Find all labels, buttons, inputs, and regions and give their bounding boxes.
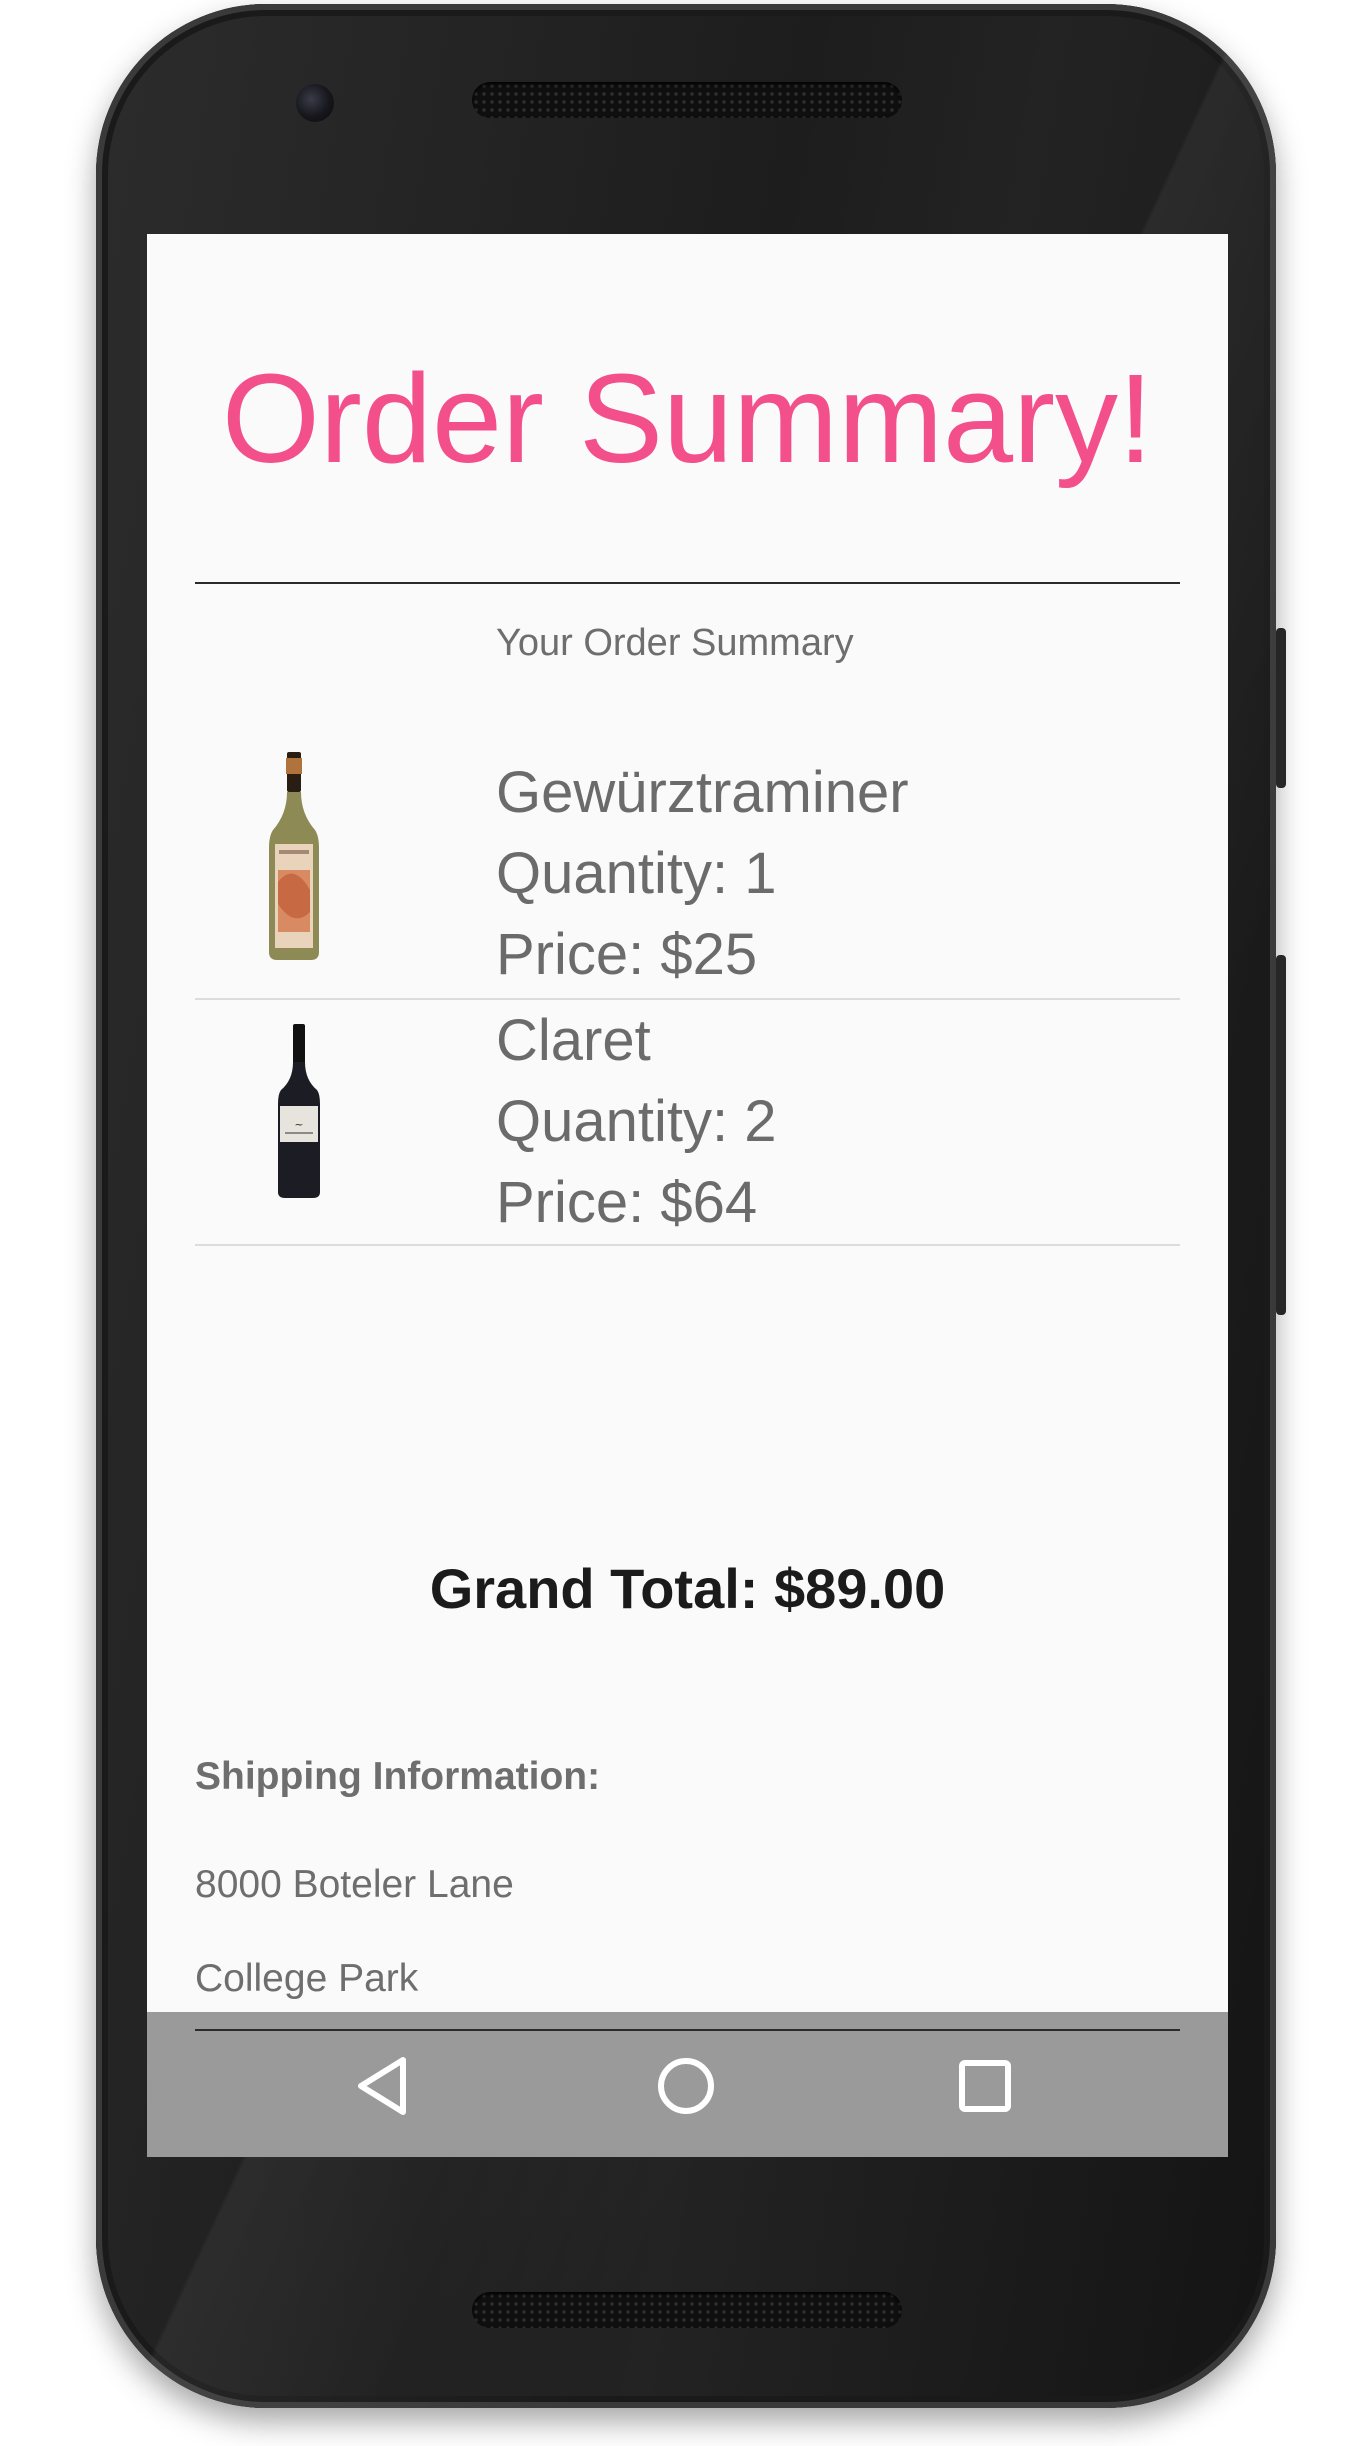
item-divider xyxy=(195,1244,1180,1246)
order-item[interactable]: Gewürztraminer Quantity: 1 Price: $25 xyxy=(195,752,1180,1000)
item-details: Claret Quantity: 2 Price: $64 xyxy=(496,1000,776,1243)
order-item[interactable]: ~ Claret Quantity: 2 Price: $64 xyxy=(195,1000,1180,1246)
power-button xyxy=(1276,955,1286,1315)
front-camera xyxy=(296,84,334,122)
app-screen: Order Summary! Your Order Summary Gewürz… xyxy=(147,234,1228,2157)
title-divider xyxy=(195,582,1180,584)
page-title: Order Summary! xyxy=(221,348,1154,489)
order-summary-subtitle: Your Order Summary xyxy=(496,622,854,664)
recents-icon[interactable] xyxy=(947,2048,1023,2124)
red-wine-bottle-image: ~ xyxy=(278,1024,320,1198)
shipping-city: College Park xyxy=(195,1957,419,2000)
bottom-speaker xyxy=(472,2292,902,2328)
shipping-street: 8000 Boteler Lane xyxy=(195,1863,514,1906)
svg-text:~: ~ xyxy=(294,1118,303,1131)
earpiece-speaker xyxy=(472,82,902,118)
item-quantity: Quantity: 1 xyxy=(496,841,777,906)
item-details: Gewürztraminer Quantity: 1 Price: $25 xyxy=(496,752,909,995)
volume-button xyxy=(1276,628,1286,788)
item-quantity: Quantity: 2 xyxy=(496,1089,777,1154)
white-wine-bottle-image xyxy=(269,752,319,960)
grand-total: Grand Total: $89.00 xyxy=(429,1557,946,1620)
back-icon[interactable] xyxy=(345,2048,421,2124)
home-icon[interactable] xyxy=(648,2048,724,2124)
item-name: Claret xyxy=(496,1008,651,1073)
item-price: Price: $25 xyxy=(496,922,758,987)
bottom-divider xyxy=(195,2029,1180,2031)
item-price: Price: $64 xyxy=(496,1170,758,1235)
shipping-heading: Shipping Information: xyxy=(195,1755,601,1798)
navigation-bar xyxy=(147,2012,1228,2157)
item-name: Gewürztraminer xyxy=(496,760,909,825)
